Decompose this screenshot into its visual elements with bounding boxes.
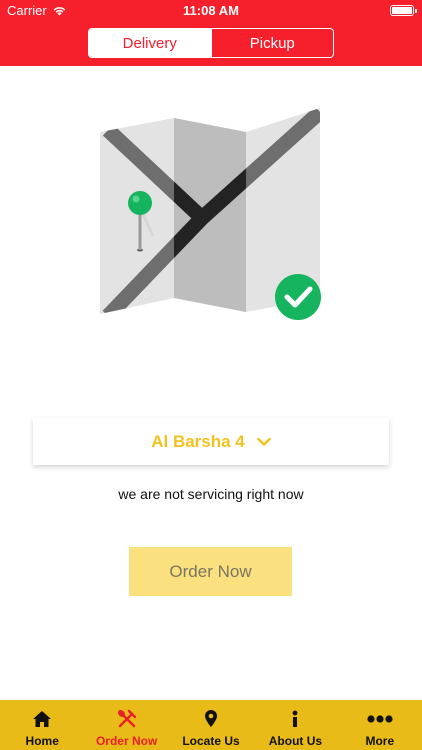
status-time: 11:08 AM [183, 3, 239, 18]
nav-item-order-now[interactable]: Order Now [84, 700, 168, 750]
home-icon [32, 709, 52, 729]
order-now-button[interactable]: Order Now [129, 547, 292, 596]
location-name: Al Barsha 4 [151, 431, 245, 451]
nav-label-locate-us: Locate Us [182, 734, 240, 748]
nav-item-more[interactable]: More [338, 700, 422, 750]
nav-label-home: Home [25, 734, 59, 748]
tab-pickup[interactable]: Pickup [210, 29, 334, 57]
service-status-text: we are not servicing right now [118, 486, 304, 502]
nav-label-more: More [365, 734, 395, 748]
nav-item-home[interactable]: Home [0, 700, 84, 750]
nav-item-about-us[interactable]: About Us [253, 700, 337, 750]
tab-delivery[interactable]: Delivery [89, 29, 211, 57]
bottom-nav: Home Order Now Locate Us About Us More [0, 700, 422, 750]
check-badge-icon [275, 274, 321, 320]
info-icon [292, 709, 298, 729]
location-selector[interactable]: Al Barsha 4 [33, 418, 389, 465]
nav-label-about-us: About Us [268, 734, 323, 748]
cutlery-icon [117, 709, 137, 729]
battery-icon [390, 5, 417, 16]
location-pin-icon [204, 709, 218, 729]
map-illustration [100, 108, 321, 320]
chevron-down-icon [257, 437, 271, 447]
top-header: Carrier 11:08 AM Delivery Pickup [0, 0, 422, 66]
nav-item-locate-us[interactable]: Locate Us [169, 700, 253, 750]
nav-label-order-now: Order Now [95, 734, 158, 748]
more-icon [367, 709, 393, 729]
status-bar: Carrier 11:08 AM [0, 0, 422, 22]
delivery-mode-toggle: Delivery Pickup [88, 28, 334, 58]
